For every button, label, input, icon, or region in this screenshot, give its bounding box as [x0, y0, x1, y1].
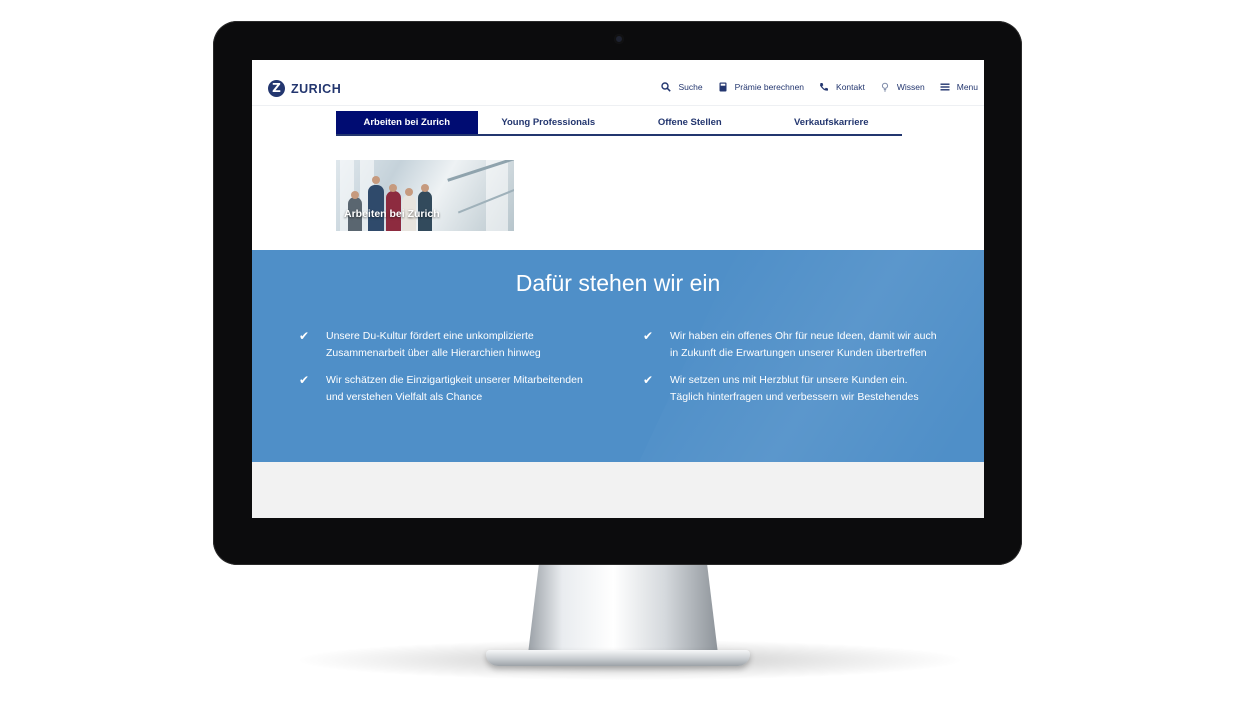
- tab-young-professionals[interactable]: Young Professionals: [478, 111, 620, 134]
- site-header: Z ZURICH Suche Prämie berechnen Kontakt …: [252, 60, 984, 106]
- value-text: Wir setzen uns mit Herzblut für unsere K…: [670, 374, 919, 403]
- checkmark-icon: ✔: [643, 373, 654, 387]
- value-item: ✔ Wir setzen uns mit Herzblut für unsere…: [640, 372, 940, 406]
- premium-calculator-link[interactable]: Prämie berechnen: [718, 82, 804, 92]
- value-text: Wir haben ein offenes Ohr für neue Ideen…: [670, 330, 937, 359]
- main-menu-button[interactable]: Menu: [940, 82, 978, 92]
- checkmark-icon: ✔: [643, 329, 654, 343]
- zurich-logo-text: ZURICH: [291, 81, 342, 96]
- person-head: [372, 176, 380, 184]
- tab-offene-stellen[interactable]: Offene Stellen: [619, 111, 761, 134]
- value-text: Unsere Du-Kultur fördert eine unkomplizi…: [326, 330, 541, 359]
- person-head: [351, 191, 359, 199]
- phone-icon: [820, 83, 829, 91]
- zurich-logo-mark: Z: [268, 80, 285, 97]
- tab-arbeiten-bei-zurich[interactable]: Arbeiten bei Zurich: [336, 111, 478, 134]
- calculator-icon: [719, 82, 727, 92]
- monitor-stand-base: [486, 650, 750, 666]
- knowledge-label: Wissen: [896, 82, 925, 92]
- checkmark-icon: ✔: [299, 373, 310, 387]
- search-icon: [661, 82, 672, 92]
- menu-label: Menu: [956, 82, 978, 92]
- value-item: ✔ Wir haben ein offenes Ohr für neue Ide…: [640, 328, 940, 362]
- value-text: Wir schätzen die Einzigartigkeit unserer…: [326, 374, 583, 403]
- footer-band: [252, 462, 984, 518]
- contact-link[interactable]: Kontakt: [819, 82, 865, 92]
- contact-label: Kontakt: [836, 82, 865, 92]
- search-link[interactable]: Suche: [661, 82, 703, 92]
- search-link-label: Suche: [678, 82, 703, 92]
- hero-teaser-image[interactable]: Arbeiten bei Zurich: [336, 160, 514, 231]
- person-head: [405, 188, 413, 196]
- zurich-logo[interactable]: Z ZURICH: [268, 80, 341, 97]
- values-title: Dafür stehen wir ein: [515, 270, 721, 296]
- value-item: ✔ Unsere Du-Kultur fördert eine unkompli…: [296, 328, 596, 362]
- values-column-left: ✔ Unsere Du-Kultur fördert eine unkompli…: [296, 328, 596, 416]
- checkmark-icon: ✔: [299, 329, 310, 343]
- browser-viewport: Z ZURICH Suche Prämie berechnen Kontakt …: [252, 60, 984, 518]
- hero-caption: Arbeiten bei Zurich: [344, 208, 440, 220]
- knowledge-link[interactable]: Wissen: [880, 82, 925, 92]
- value-item: ✔ Wir schätzen die Einzigartigkeit unser…: [296, 372, 596, 406]
- utility-nav: Suche Prämie berechnen Kontakt Wissen Me…: [646, 82, 978, 92]
- person-head: [389, 184, 397, 192]
- values-section: Dafür stehen wir ein ✔ Unsere Du-Kultur …: [252, 250, 984, 462]
- lightbulb-icon: [881, 82, 888, 92]
- values-column-right: ✔ Wir haben ein offenes Ohr für neue Ide…: [640, 328, 940, 416]
- webcam-icon: [614, 34, 624, 44]
- premium-calculator-label: Prämie berechnen: [734, 82, 805, 92]
- career-tabs: Arbeiten bei Zurich Young Professionals …: [336, 111, 902, 136]
- monitor-stand-neck: [528, 560, 718, 654]
- tab-verkaufskarriere[interactable]: Verkaufskarriere: [761, 111, 903, 134]
- hamburger-menu-icon: [940, 83, 950, 91]
- person-head: [421, 184, 429, 192]
